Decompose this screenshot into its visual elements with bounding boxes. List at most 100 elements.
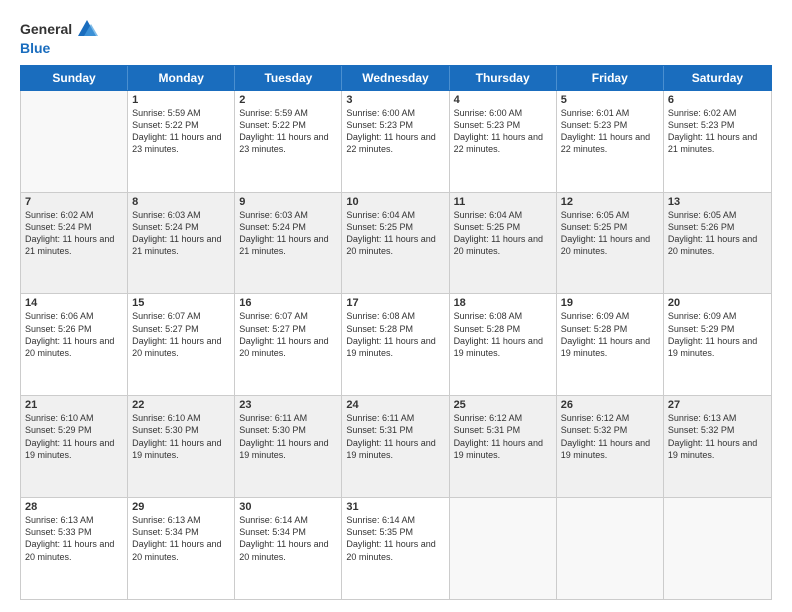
sunset-line: Sunset: 5:23 PM bbox=[668, 119, 767, 131]
sunset-line: Sunset: 5:27 PM bbox=[239, 323, 337, 335]
day-cell-18: 18Sunrise: 6:08 AMSunset: 5:28 PMDayligh… bbox=[450, 294, 557, 395]
day-cell-2: 2Sunrise: 5:59 AMSunset: 5:22 PMDaylight… bbox=[235, 91, 342, 192]
day-cell-28: 28Sunrise: 6:13 AMSunset: 5:33 PMDayligh… bbox=[21, 498, 128, 599]
daylight-line: Daylight: 11 hours and 21 minutes. bbox=[25, 233, 123, 257]
header-day-saturday: Saturday bbox=[664, 66, 771, 90]
day-number: 16 bbox=[239, 297, 337, 309]
day-cell-30: 30Sunrise: 6:14 AMSunset: 5:34 PMDayligh… bbox=[235, 498, 342, 599]
day-cell-8: 8Sunrise: 6:03 AMSunset: 5:24 PMDaylight… bbox=[128, 193, 235, 294]
logo-blue: Blue bbox=[20, 40, 98, 57]
logo-icon bbox=[76, 18, 98, 40]
sunset-line: Sunset: 5:34 PM bbox=[239, 526, 337, 538]
day-cell-26: 26Sunrise: 6:12 AMSunset: 5:32 PMDayligh… bbox=[557, 396, 664, 497]
sunrise-line: Sunrise: 6:14 AM bbox=[239, 514, 337, 526]
sunset-line: Sunset: 5:33 PM bbox=[25, 526, 123, 538]
day-number: 14 bbox=[25, 297, 123, 309]
sunrise-line: Sunrise: 6:00 AM bbox=[346, 107, 444, 119]
sunset-line: Sunset: 5:23 PM bbox=[561, 119, 659, 131]
daylight-line: Daylight: 11 hours and 20 minutes. bbox=[239, 538, 337, 562]
daylight-line: Daylight: 11 hours and 20 minutes. bbox=[454, 233, 552, 257]
day-number: 25 bbox=[454, 399, 552, 411]
sunrise-line: Sunrise: 6:03 AM bbox=[132, 209, 230, 221]
day-number: 11 bbox=[454, 196, 552, 208]
daylight-line: Daylight: 11 hours and 19 minutes. bbox=[668, 335, 767, 359]
day-number: 9 bbox=[239, 196, 337, 208]
sunset-line: Sunset: 5:30 PM bbox=[132, 424, 230, 436]
header-day-monday: Monday bbox=[128, 66, 235, 90]
day-cell-27: 27Sunrise: 6:13 AMSunset: 5:32 PMDayligh… bbox=[664, 396, 771, 497]
sunrise-line: Sunrise: 6:03 AM bbox=[239, 209, 337, 221]
day-cell-16: 16Sunrise: 6:07 AMSunset: 5:27 PMDayligh… bbox=[235, 294, 342, 395]
day-cell-5: 5Sunrise: 6:01 AMSunset: 5:23 PMDaylight… bbox=[557, 91, 664, 192]
sunrise-line: Sunrise: 6:12 AM bbox=[561, 412, 659, 424]
week-row-4: 21Sunrise: 6:10 AMSunset: 5:29 PMDayligh… bbox=[21, 396, 771, 498]
sunrise-line: Sunrise: 6:05 AM bbox=[561, 209, 659, 221]
day-cell-19: 19Sunrise: 6:09 AMSunset: 5:28 PMDayligh… bbox=[557, 294, 664, 395]
sunrise-line: Sunrise: 6:10 AM bbox=[132, 412, 230, 424]
day-cell-3: 3Sunrise: 6:00 AMSunset: 5:23 PMDaylight… bbox=[342, 91, 449, 192]
day-number: 7 bbox=[25, 196, 123, 208]
daylight-line: Daylight: 11 hours and 20 minutes. bbox=[239, 335, 337, 359]
daylight-line: Daylight: 11 hours and 19 minutes. bbox=[25, 437, 123, 461]
daylight-line: Daylight: 11 hours and 21 minutes. bbox=[132, 233, 230, 257]
sunrise-line: Sunrise: 6:02 AM bbox=[668, 107, 767, 119]
week-row-1: 1Sunrise: 5:59 AMSunset: 5:22 PMDaylight… bbox=[21, 91, 771, 193]
page: General Blue SundayMondayTuesdayWednesda… bbox=[0, 0, 792, 612]
sunset-line: Sunset: 5:28 PM bbox=[454, 323, 552, 335]
sunset-line: Sunset: 5:34 PM bbox=[132, 526, 230, 538]
day-cell-1: 1Sunrise: 5:59 AMSunset: 5:22 PMDaylight… bbox=[128, 91, 235, 192]
day-cell-11: 11Sunrise: 6:04 AMSunset: 5:25 PMDayligh… bbox=[450, 193, 557, 294]
daylight-line: Daylight: 11 hours and 20 minutes. bbox=[132, 538, 230, 562]
day-cell-29: 29Sunrise: 6:13 AMSunset: 5:34 PMDayligh… bbox=[128, 498, 235, 599]
day-cell-14: 14Sunrise: 6:06 AMSunset: 5:26 PMDayligh… bbox=[21, 294, 128, 395]
day-number: 27 bbox=[668, 399, 767, 411]
day-number: 4 bbox=[454, 94, 552, 106]
daylight-line: Daylight: 11 hours and 19 minutes. bbox=[346, 437, 444, 461]
sunrise-line: Sunrise: 6:08 AM bbox=[454, 310, 552, 322]
day-cell-12: 12Sunrise: 6:05 AMSunset: 5:25 PMDayligh… bbox=[557, 193, 664, 294]
day-cell-4: 4Sunrise: 6:00 AMSunset: 5:23 PMDaylight… bbox=[450, 91, 557, 192]
sunrise-line: Sunrise: 6:09 AM bbox=[561, 310, 659, 322]
sunrise-line: Sunrise: 5:59 AM bbox=[239, 107, 337, 119]
daylight-line: Daylight: 11 hours and 19 minutes. bbox=[239, 437, 337, 461]
day-number: 8 bbox=[132, 196, 230, 208]
week-row-3: 14Sunrise: 6:06 AMSunset: 5:26 PMDayligh… bbox=[21, 294, 771, 396]
sunset-line: Sunset: 5:27 PM bbox=[132, 323, 230, 335]
daylight-line: Daylight: 11 hours and 21 minutes. bbox=[239, 233, 337, 257]
sunrise-line: Sunrise: 6:07 AM bbox=[239, 310, 337, 322]
daylight-line: Daylight: 11 hours and 22 minutes. bbox=[454, 131, 552, 155]
day-cell-15: 15Sunrise: 6:07 AMSunset: 5:27 PMDayligh… bbox=[128, 294, 235, 395]
sunset-line: Sunset: 5:32 PM bbox=[561, 424, 659, 436]
daylight-line: Daylight: 11 hours and 22 minutes. bbox=[346, 131, 444, 155]
day-number: 29 bbox=[132, 501, 230, 513]
day-cell-17: 17Sunrise: 6:08 AMSunset: 5:28 PMDayligh… bbox=[342, 294, 449, 395]
daylight-line: Daylight: 11 hours and 19 minutes. bbox=[668, 437, 767, 461]
sunset-line: Sunset: 5:23 PM bbox=[454, 119, 552, 131]
sunset-line: Sunset: 5:22 PM bbox=[239, 119, 337, 131]
day-number: 5 bbox=[561, 94, 659, 106]
sunset-line: Sunset: 5:26 PM bbox=[668, 221, 767, 233]
header-day-friday: Friday bbox=[557, 66, 664, 90]
sunset-line: Sunset: 5:24 PM bbox=[239, 221, 337, 233]
day-number: 15 bbox=[132, 297, 230, 309]
day-number: 26 bbox=[561, 399, 659, 411]
sunset-line: Sunset: 5:30 PM bbox=[239, 424, 337, 436]
empty-cell bbox=[557, 498, 664, 599]
day-cell-6: 6Sunrise: 6:02 AMSunset: 5:23 PMDaylight… bbox=[664, 91, 771, 192]
week-row-2: 7Sunrise: 6:02 AMSunset: 5:24 PMDaylight… bbox=[21, 193, 771, 295]
day-number: 21 bbox=[25, 399, 123, 411]
day-number: 17 bbox=[346, 297, 444, 309]
header-day-sunday: Sunday bbox=[21, 66, 128, 90]
day-number: 19 bbox=[561, 297, 659, 309]
day-number: 10 bbox=[346, 196, 444, 208]
sunset-line: Sunset: 5:31 PM bbox=[454, 424, 552, 436]
day-number: 23 bbox=[239, 399, 337, 411]
daylight-line: Daylight: 11 hours and 21 minutes. bbox=[668, 131, 767, 155]
sunset-line: Sunset: 5:25 PM bbox=[454, 221, 552, 233]
sunset-line: Sunset: 5:31 PM bbox=[346, 424, 444, 436]
daylight-line: Daylight: 11 hours and 19 minutes. bbox=[454, 335, 552, 359]
sunset-line: Sunset: 5:29 PM bbox=[25, 424, 123, 436]
sunrise-line: Sunrise: 6:04 AM bbox=[454, 209, 552, 221]
sunset-line: Sunset: 5:25 PM bbox=[561, 221, 659, 233]
daylight-line: Daylight: 11 hours and 19 minutes. bbox=[346, 335, 444, 359]
